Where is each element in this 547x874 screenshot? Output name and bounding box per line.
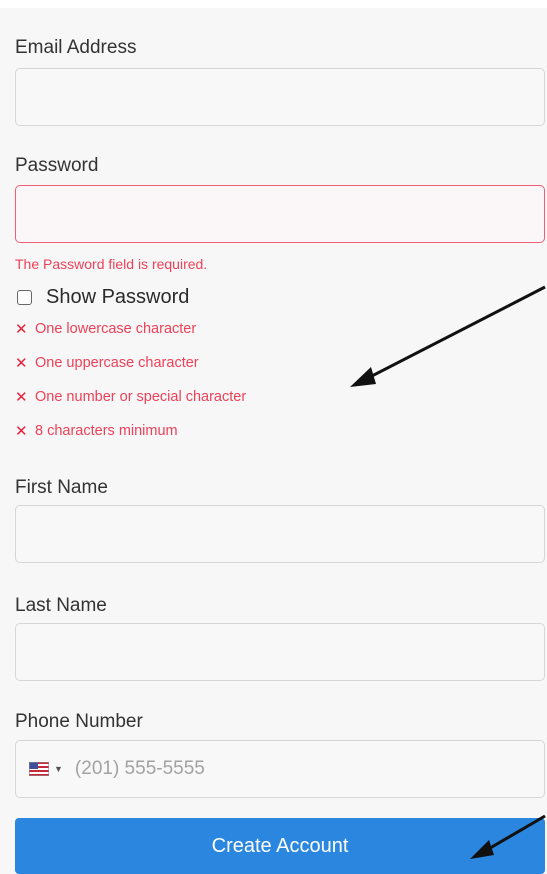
chevron-down-icon: ▼ (54, 764, 63, 774)
password-label: Password (15, 155, 99, 176)
rule-text: 8 characters minimum (35, 423, 178, 439)
password-rule-length: ✕ 8 characters minimum (15, 422, 178, 440)
password-rule-uppercase: ✕ One uppercase character (15, 354, 199, 372)
annotation-arrow-icon (350, 285, 546, 387)
last-name-field[interactable] (15, 623, 545, 681)
x-icon: ✕ (15, 321, 28, 338)
x-icon: ✕ (15, 423, 28, 440)
rule-text: One uppercase character (35, 355, 199, 371)
phone-placeholder: (201) 555-5555 (74, 758, 205, 779)
password-error-message: The Password field is required. (15, 256, 208, 272)
phone-field[interactable]: ▼ (201) 555-5555 (15, 740, 545, 798)
country-selector[interactable]: ▼ (29, 762, 75, 776)
us-flag-icon (29, 762, 49, 776)
phone-label: Phone Number (15, 711, 143, 732)
password-rule-lowercase: ✕ One lowercase character (15, 320, 196, 338)
show-password-checkbox[interactable] (17, 289, 32, 305)
email-field[interactable] (15, 68, 545, 126)
create-account-button[interactable]: Create Account (15, 818, 545, 874)
top-strip (0, 0, 547, 8)
first-name-label: First Name (15, 477, 108, 498)
first-name-field[interactable] (15, 505, 545, 563)
last-name-label: Last Name (15, 595, 107, 616)
show-password-label: Show Password (46, 285, 190, 308)
x-icon: ✕ (15, 389, 28, 406)
rule-text: One lowercase character (35, 321, 197, 337)
show-password-toggle[interactable]: Show Password (15, 284, 189, 310)
rule-text: One number or special character (35, 389, 247, 405)
password-field[interactable] (15, 185, 545, 243)
email-label: Email Address (15, 37, 137, 58)
x-icon: ✕ (15, 355, 28, 372)
password-rule-number-special: ✕ One number or special character (15, 388, 246, 406)
